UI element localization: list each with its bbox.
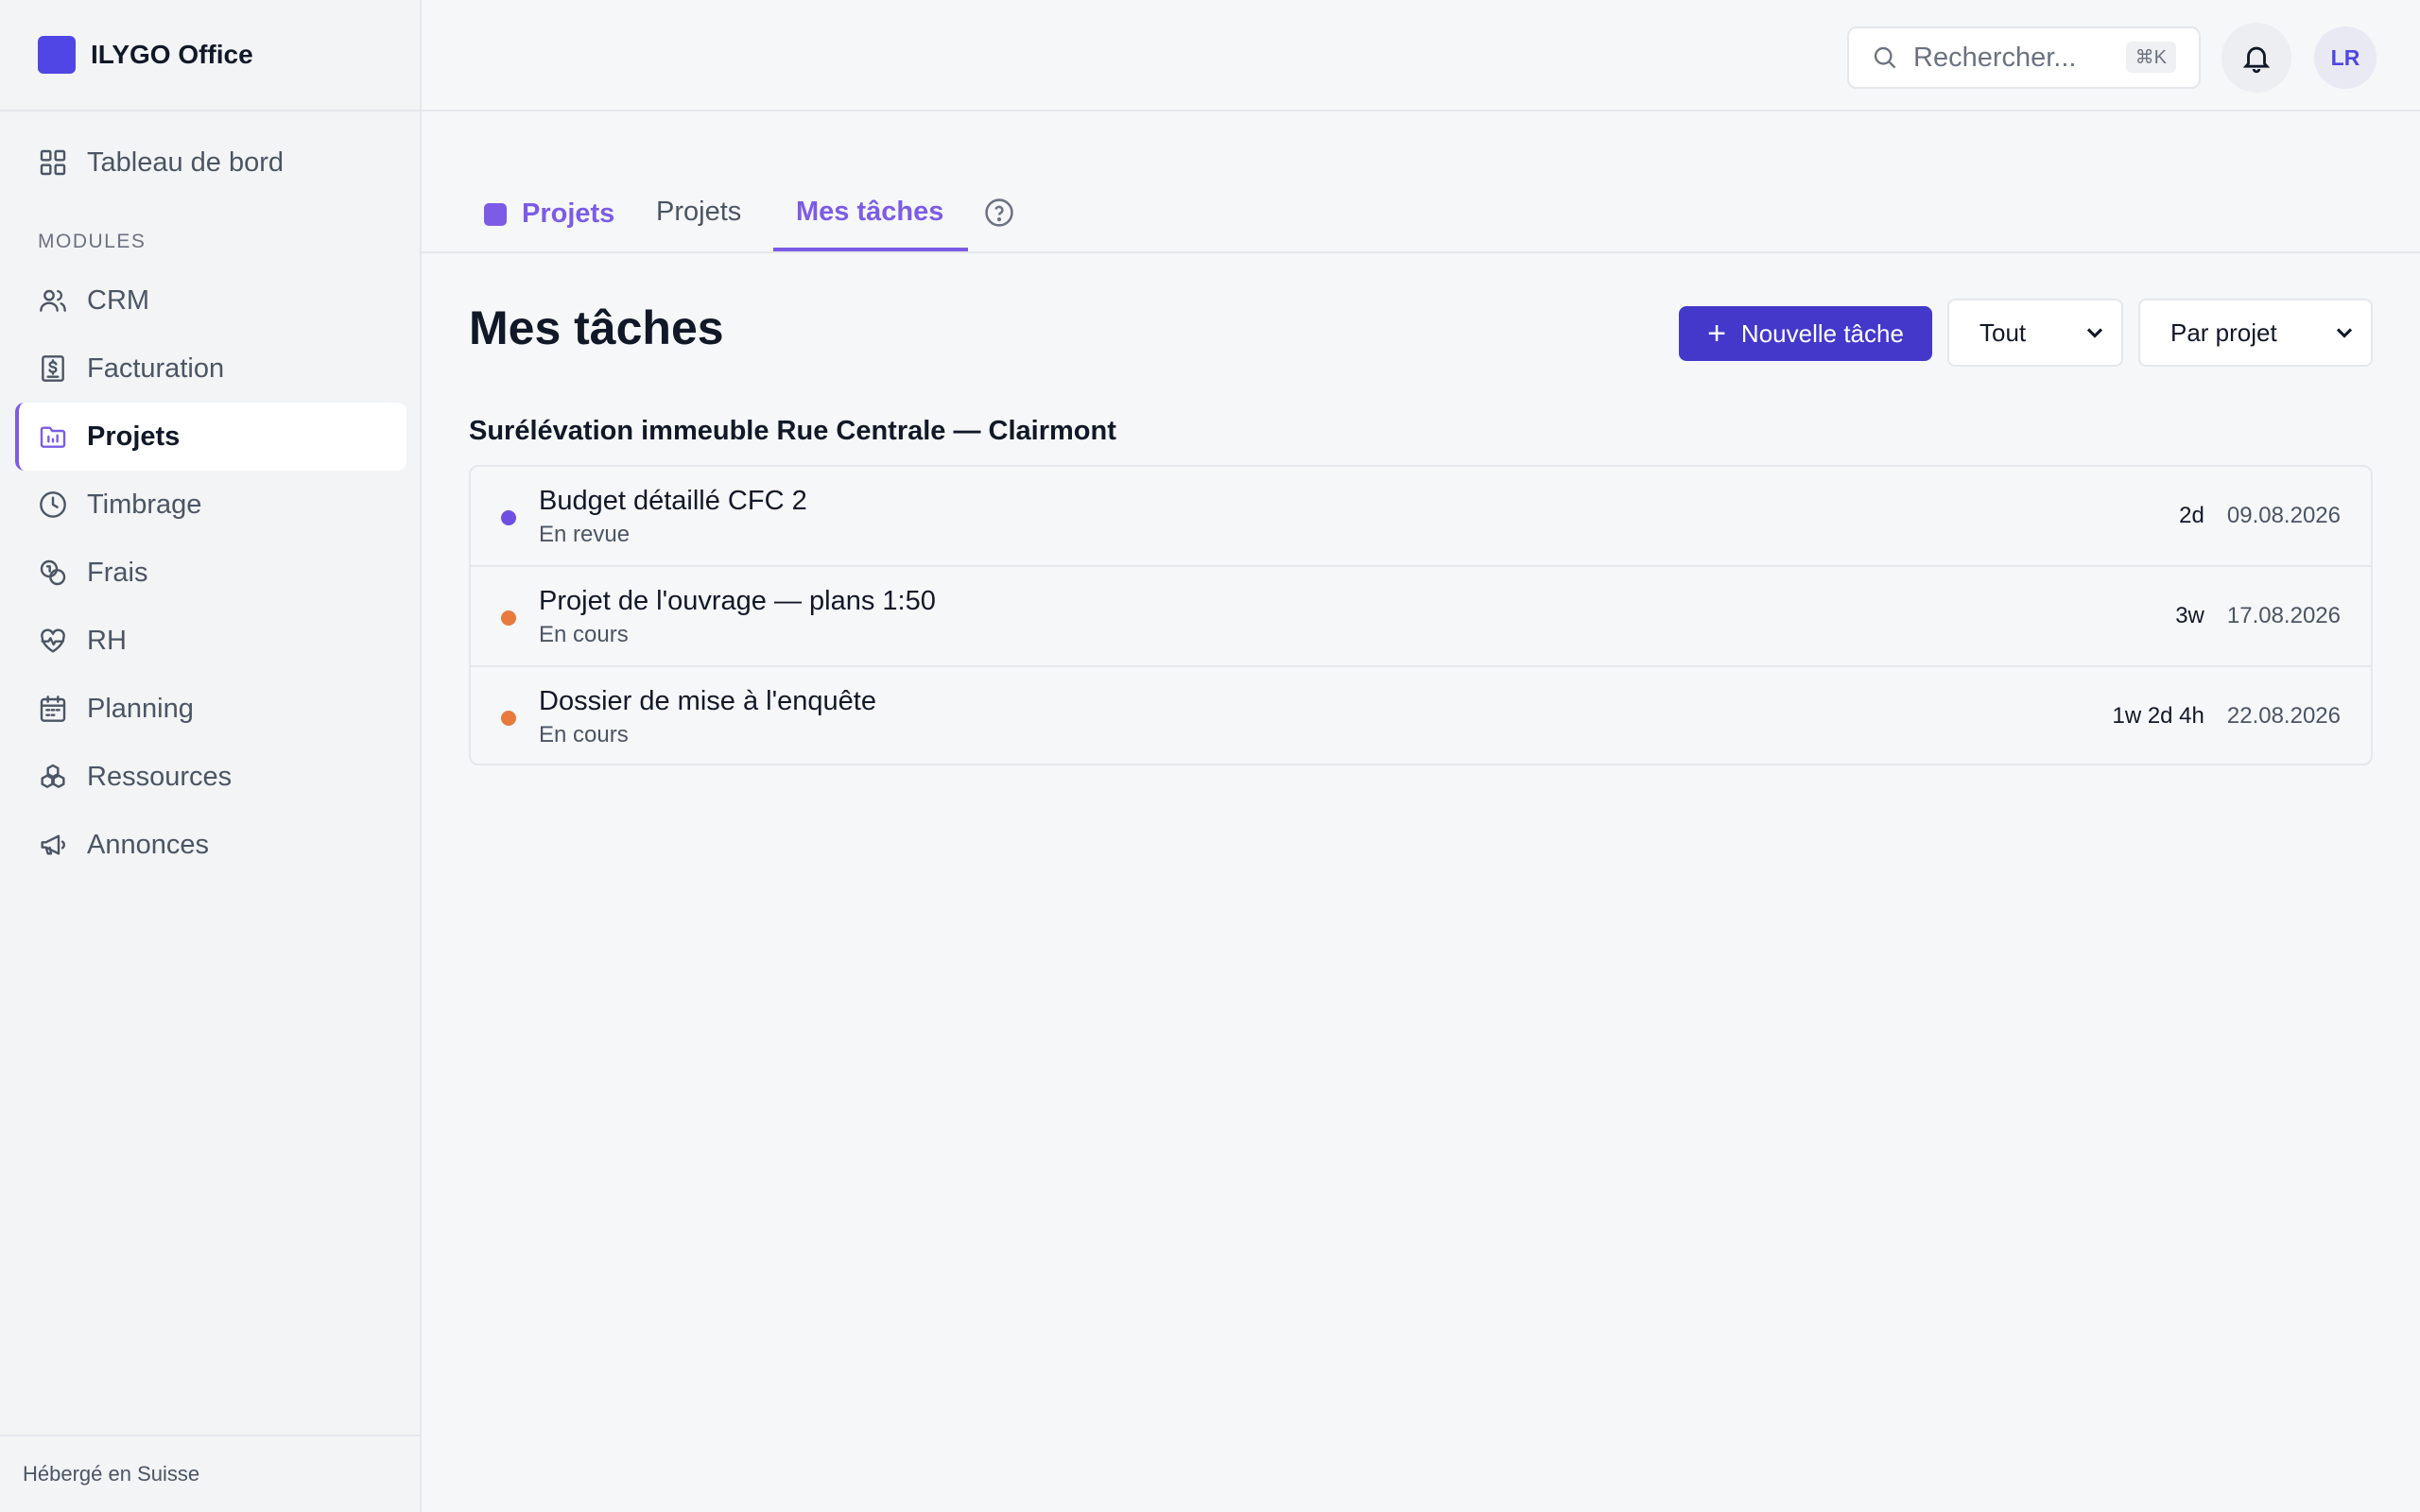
sidebar-item-label: Annonces (87, 829, 209, 860)
boxes-icon (38, 762, 68, 792)
sidebar-item-facturation[interactable]: Facturation (15, 335, 406, 403)
sidebar-item-frais[interactable]: Frais (15, 539, 406, 607)
task-row[interactable]: Projet de l'ouvrage — plans 1:50 En cour… (471, 567, 2371, 667)
task-duration: 2d (2179, 503, 2204, 528)
chevron-down-icon (2082, 319, 2108, 346)
folder-icon (38, 421, 68, 452)
plus-icon: + (1707, 315, 1726, 352)
sidebar-item-label: RH (87, 625, 127, 656)
task-row[interactable]: Dossier de mise à l'enquête En cours 1w … (471, 667, 2371, 764)
task-list: Budget détaillé CFC 2 En revue 2d 09.08.… (469, 465, 2373, 765)
sidebar-item-dashboard[interactable]: Tableau de bord (15, 129, 406, 197)
brand-logo (38, 36, 76, 74)
new-task-label: Nouvelle tâche (1740, 318, 1904, 348)
sidebar-item-label: Ressources (87, 761, 233, 792)
status-dot (501, 510, 516, 525)
megaphone-icon (38, 830, 68, 860)
group-by-select[interactable]: Par projet (2138, 299, 2373, 367)
grid-icon (38, 147, 68, 178)
sidebar-item-label: Timbrage (87, 489, 202, 520)
sidebar-item-label: Tableau de bord (87, 146, 284, 178)
sidebar-item-label: CRM (87, 284, 150, 316)
page-title: Mes tâches (469, 301, 724, 354)
sidebar-item-label: Planning (87, 693, 194, 724)
search-icon (1872, 44, 1898, 71)
tab-label: Projets (522, 198, 615, 229)
notifications-button[interactable] (2221, 23, 2291, 93)
heart-pulse-icon (38, 626, 68, 656)
task-name: Projet de l'ouvrage — plans 1:50 (539, 586, 936, 616)
chevron-down-icon (2331, 319, 2358, 346)
avatar[interactable]: LR (2314, 26, 2377, 89)
task-due-date: 17.08.2026 (2226, 603, 2341, 628)
task-due-date: 22.08.2026 (2226, 703, 2341, 729)
project-group-title: Surélévation immeuble Rue Centrale — Cla… (469, 416, 1116, 446)
task-status: En cours (539, 622, 629, 647)
status-dot (501, 610, 516, 626)
sidebar-item-label: Facturation (87, 352, 225, 384)
status-dot (501, 711, 516, 726)
sidebar-item-projets[interactable]: Projets (15, 403, 406, 471)
sidebar-item-planning[interactable]: Planning (15, 675, 406, 743)
app-name: ILYGO Office (91, 40, 253, 69)
sidebar-item-timbrage[interactable]: Timbrage (15, 471, 406, 539)
sidebar: ILYGO Office Tableau de bord MODULES CRM… (0, 0, 422, 1512)
new-task-button[interactable]: + Nouvelle tâche (1679, 306, 1932, 361)
task-row[interactable]: Budget détaillé CFC 2 En revue 2d 09.08.… (471, 467, 2371, 567)
search-input[interactable]: Rechercher... ⌘K (1847, 26, 2201, 89)
task-status: En cours (539, 722, 629, 747)
invoice-icon (38, 353, 68, 384)
task-name: Dossier de mise à l'enquête (539, 686, 876, 716)
task-due-date: 09.08.2026 (2226, 503, 2341, 528)
tab-projets[interactable]: Projets (656, 197, 741, 228)
task-duration: 3w (2175, 603, 2204, 628)
sidebar-item-annonces[interactable]: Annonces (15, 811, 406, 879)
search-shortcut-badge: ⌘K (2125, 42, 2176, 73)
sidebar-item-label: Projets (87, 421, 181, 452)
bell-icon (2240, 42, 2273, 74)
search-placeholder: Rechercher... (1913, 42, 2077, 73)
users-icon (38, 285, 68, 316)
sidebar-item-rh[interactable]: RH (15, 607, 406, 675)
module-color-icon (484, 202, 507, 226)
sidebar-item-crm[interactable]: CRM (15, 266, 406, 335)
brand[interactable]: ILYGO Office (0, 0, 420, 112)
sidebar-item-label: Frais (87, 557, 148, 588)
coins-icon (38, 558, 68, 588)
filter-select[interactable]: Tout (1947, 299, 2123, 367)
tab-mes-taches[interactable]: Mes tâches (796, 197, 943, 228)
calendar-icon (38, 694, 68, 724)
module-tabbar: Projets Projets Mes tâches (422, 112, 2420, 253)
filter-select-value: Tout (1979, 318, 2027, 347)
task-duration: 1w 2d 4h (2112, 703, 2204, 729)
sidebar-item-ressources[interactable]: Ressources (15, 743, 406, 811)
clock-icon (38, 490, 68, 520)
sidebar-footer: Hébergé en Suisse (0, 1435, 420, 1512)
task-name: Budget détaillé CFC 2 (539, 486, 807, 516)
active-tab-indicator (773, 248, 968, 251)
group-by-select-value: Par projet (2170, 318, 2277, 347)
section-label-modules: MODULES (38, 231, 147, 252)
help-icon[interactable] (983, 197, 1015, 229)
tab-module-projets[interactable]: Projets (484, 198, 614, 230)
task-status: En revue (539, 522, 631, 547)
